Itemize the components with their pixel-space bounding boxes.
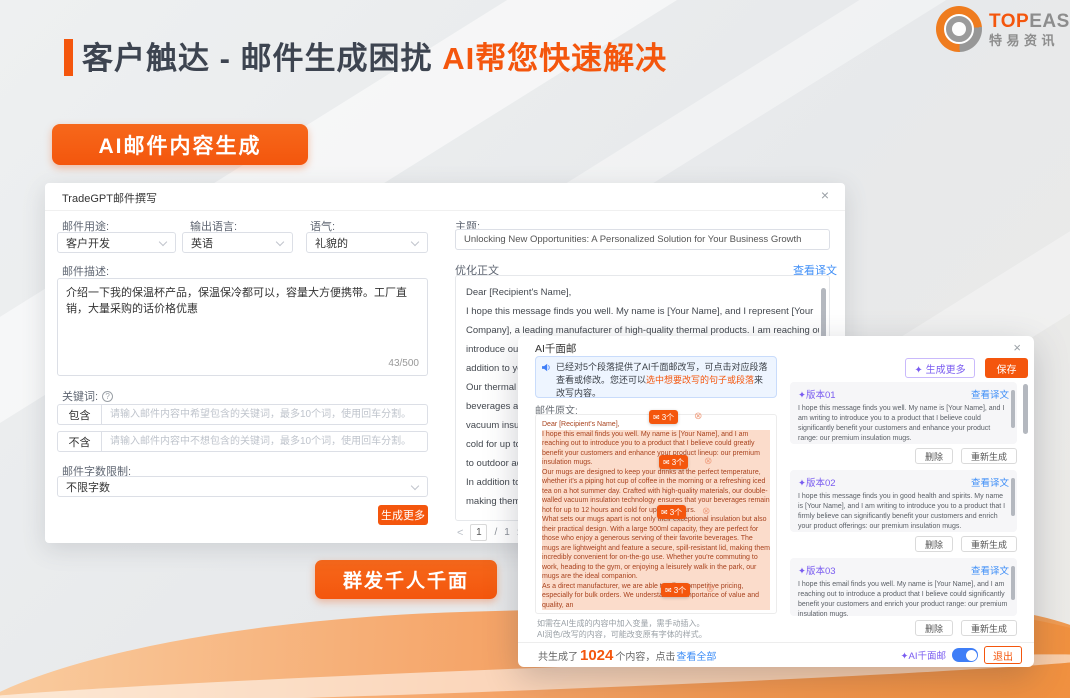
- footnotes: 如需在AI生成的内容中加入变量，需手动插入。 AI润色/改写的内容，可能改变原有…: [537, 618, 707, 640]
- badge-remove-icon[interactable]: ⊗: [704, 457, 712, 467]
- badge-ai-email-generate: AI邮件内容生成: [52, 124, 308, 165]
- page-title: 客户触达 - 邮件生成困扰 AI帮您快速解决: [82, 33, 667, 78]
- email-paragraph-highlighted[interactable]: I hope this email finds you well. My nam…: [542, 430, 770, 468]
- description-label: 邮件描述:: [62, 263, 109, 279]
- sparkle-icon: ✦: [798, 478, 806, 489]
- subject-input[interactable]: [455, 229, 830, 250]
- scrollbar-thumb[interactable]: [1011, 478, 1015, 516]
- exit-button[interactable]: 退出: [984, 646, 1022, 664]
- tone-select[interactable]: 礼貌的: [306, 232, 428, 253]
- page-title-accent: AI帮您快速解决: [442, 41, 667, 76]
- delete-button[interactable]: 删除: [915, 620, 953, 636]
- description-textarea[interactable]: 介绍一下我的保温杯产品，保温保冷都可以，容量大方便携带。工厂直销，大量采购的话价…: [57, 278, 428, 376]
- email-paragraph-highlighted[interactable]: As a direct manufacturer, we are able to…: [542, 582, 770, 611]
- badge-mass-send: 群发千人千面: [315, 560, 497, 599]
- chevron-down-icon: [411, 238, 419, 246]
- version-card[interactable]: ✦版本01 查看译文 I hope this message finds you…: [790, 382, 1017, 444]
- ai-variants-toggle-label: ✦AI千面邮: [901, 648, 946, 662]
- sparkle-icon: ✦: [901, 651, 909, 662]
- announcement-icon: [541, 362, 552, 373]
- topease-logo-ring-icon: [936, 6, 982, 52]
- email-paragraph-highlighted[interactable]: Our mugs are designed to keep your drink…: [542, 468, 770, 516]
- logo-wordmark: TOPEASE®: [989, 12, 1070, 31]
- original-email-text[interactable]: Dear [Recipient's Name], I hope this ema…: [535, 414, 777, 614]
- ai-variants-dialog-title: AI千面邮: [535, 341, 576, 356]
- sparkle-icon: ✦: [798, 566, 806, 577]
- language-select[interactable]: 英语: [182, 232, 293, 253]
- email-paragraph-highlighted[interactable]: What sets our mugs apart is not only the…: [542, 515, 770, 582]
- exclude-keywords-input[interactable]: [102, 432, 427, 451]
- generated-count: 1024: [579, 647, 614, 664]
- overlay-footer: 共生成了 1024 个内容，点击 查看全部 ✦AI千面邮 退出: [518, 643, 1034, 667]
- scrollbar-thumb[interactable]: [1011, 566, 1015, 600]
- topease-logo: TOPEASE® 特易资讯: [936, 6, 1070, 52]
- scrollbar-thumb[interactable]: [1023, 384, 1028, 434]
- keywords-include-row: 包含: [57, 404, 428, 425]
- close-icon[interactable]: ×: [1013, 340, 1021, 355]
- compose-dialog-title: TradeGPT邮件撰写: [62, 190, 157, 206]
- variant-count-badge[interactable]: ✉3个: [649, 410, 678, 424]
- envelope-icon: ✉: [663, 458, 670, 467]
- version-card[interactable]: ✦版本03 查看译文 I hope this email finds you w…: [790, 558, 1017, 616]
- sparkle-icon: ✦: [914, 365, 922, 376]
- chevron-down-icon: [276, 238, 284, 246]
- slide-background: 客户触达 - 邮件生成困扰 AI帮您快速解决 TOPEASE® 特易资讯 AI邮…: [0, 0, 1070, 698]
- chevron-down-icon: [159, 238, 167, 246]
- version-text: I hope this email finds you well. My nam…: [798, 580, 1009, 620]
- info-banner: 已经对5个段落提供了AI千面邮改写，可点击对应段落查看或修改。您还可以选中想要改…: [535, 356, 777, 398]
- envelope-icon: ✉: [665, 586, 672, 595]
- keywords-exclude-row: 不含: [57, 431, 428, 452]
- pagination: < 1 / 1 >: [457, 524, 523, 541]
- select-sentence-link[interactable]: 选中想要改写的句子或段落: [646, 375, 754, 385]
- help-icon[interactable]: ?: [102, 391, 113, 402]
- logo-subtitle: 特易资讯: [989, 34, 1070, 47]
- dialog-divider: [45, 210, 845, 211]
- view-translation-link[interactable]: 查看译文: [971, 387, 1009, 401]
- char-counter: 43/500: [388, 356, 419, 372]
- overlay-generate-more-button[interactable]: ✦ 生成更多: [905, 358, 975, 378]
- keywords-label: 关键词: ?: [62, 388, 113, 404]
- include-label: 包含: [58, 405, 102, 424]
- badge-remove-icon[interactable]: ⊗: [694, 412, 702, 422]
- exclude-label: 不含: [58, 432, 102, 451]
- word-limit-select[interactable]: 不限字数: [57, 476, 428, 497]
- version-label: ✦版本03: [798, 563, 836, 577]
- regenerate-button[interactable]: 重新生成: [961, 448, 1017, 464]
- variant-count-badge[interactable]: ✉3个: [657, 505, 686, 519]
- envelope-icon: ✉: [653, 413, 660, 422]
- save-button[interactable]: 保存: [985, 358, 1028, 378]
- badge-remove-icon[interactable]: ⊗: [702, 507, 710, 517]
- title-accent-bar: [64, 39, 73, 76]
- variant-count-badge[interactable]: ✉3个: [661, 583, 690, 597]
- include-keywords-input[interactable]: [102, 405, 427, 424]
- ai-variants-toggle[interactable]: [952, 648, 978, 662]
- view-all-link[interactable]: 查看全部: [676, 648, 716, 663]
- version-card[interactable]: ✦版本02 查看译文 I hope this message finds you…: [790, 470, 1017, 532]
- version-label: ✦版本02: [798, 475, 836, 489]
- view-translation-link[interactable]: 查看译文: [971, 563, 1009, 577]
- pager-prev-icon[interactable]: <: [457, 527, 463, 539]
- delete-button[interactable]: 删除: [915, 536, 953, 552]
- envelope-icon: ✉: [661, 508, 668, 517]
- regenerate-button[interactable]: 重新生成: [961, 620, 1017, 636]
- version-label: ✦版本01: [798, 387, 836, 401]
- variant-count-badge[interactable]: ✉3个: [659, 455, 688, 469]
- chevron-down-icon: [411, 482, 419, 490]
- sparkle-icon: ✦: [798, 390, 806, 401]
- purpose-select[interactable]: 客户开发: [57, 232, 176, 253]
- pager-current-page[interactable]: 1: [470, 524, 487, 541]
- regenerate-button[interactable]: 重新生成: [961, 536, 1017, 552]
- delete-button[interactable]: 删除: [915, 448, 953, 464]
- scrollbar-thumb[interactable]: [1011, 390, 1015, 428]
- view-translation-link[interactable]: 查看译文: [971, 475, 1009, 489]
- ai-variants-dialog: AI千面邮 × 已经对5个段落提供了AI千面邮改写，可点击对应段落查看或修改。您…: [518, 336, 1034, 667]
- badge-remove-icon[interactable]: ⊗: [706, 585, 714, 595]
- version-text: I hope this message finds you well. My n…: [798, 404, 1009, 444]
- generate-more-button[interactable]: 生成更多: [378, 505, 428, 525]
- version-text: I hope this message finds you in good he…: [798, 492, 1009, 532]
- page-title-dark: 客户触达 - 邮件生成困扰: [82, 41, 433, 76]
- close-icon[interactable]: ×: [821, 188, 829, 202]
